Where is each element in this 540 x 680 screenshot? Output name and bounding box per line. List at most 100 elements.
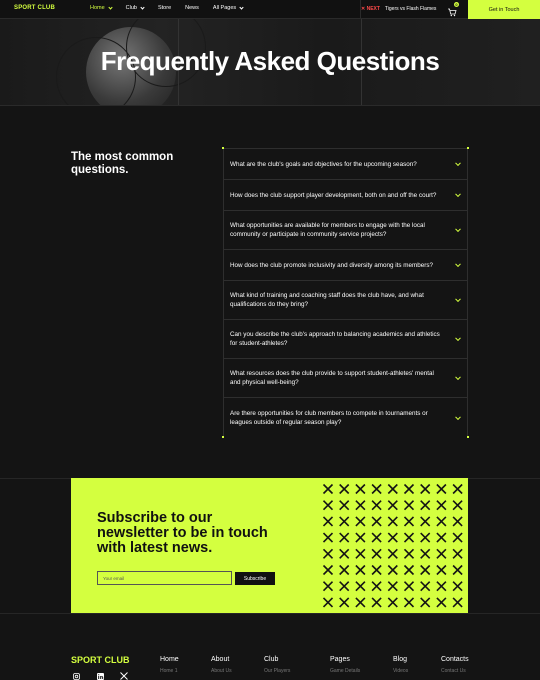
footer-heading: Home — [160, 656, 179, 663]
faq-item[interactable]: How does the club promote inclusivity an… — [223, 249, 468, 280]
instagram-icon[interactable] — [72, 672, 80, 680]
brand-logo[interactable]: SPORT CLUB — [14, 5, 55, 11]
corner-marker — [467, 436, 469, 438]
next-match-ticker[interactable]: ✕ NEXT Tigers vs Flash Flames — [361, 6, 436, 12]
x-mark — [371, 581, 382, 592]
nav-item-store[interactable]: Store — [158, 5, 171, 11]
faq-question: How does the club promote inclusivity an… — [230, 261, 433, 269]
nav-item-news[interactable]: News — [185, 5, 199, 11]
x-mark — [339, 581, 350, 592]
faq-item[interactable]: What resources does the club provide to … — [223, 358, 468, 397]
newsletter-section: Subscribe to our newsletter to be in tou… — [71, 478, 468, 613]
faq-item[interactable]: Are there opportunities for club members… — [223, 397, 468, 437]
x-mark — [387, 500, 398, 511]
x-mark — [387, 548, 398, 559]
x-mark — [322, 500, 334, 511]
chevron-down-icon — [239, 4, 244, 10]
cart-icon — [448, 8, 457, 17]
x-mark — [339, 548, 350, 559]
faq-item[interactable]: Can you describe the club's approach to … — [223, 319, 468, 358]
x-mark — [387, 483, 398, 495]
x-mark — [436, 516, 447, 527]
chevron-down-icon — [140, 4, 145, 10]
footer-link[interactable]: About Us — [211, 668, 232, 674]
x-icon[interactable] — [120, 672, 128, 680]
x-mark — [403, 564, 415, 576]
x-mark — [452, 597, 463, 608]
chevron-down-icon — [108, 4, 113, 10]
x-mark — [355, 500, 366, 511]
x-mark — [403, 532, 415, 543]
x-mark — [436, 597, 447, 608]
chevron-down-icon — [455, 335, 461, 342]
footer-link[interactable]: Videos — [393, 668, 408, 674]
x-mark — [355, 548, 366, 559]
next-label: ✕ NEXT — [361, 6, 380, 12]
nav-item-all-pages[interactable]: All Pages — [213, 4, 244, 11]
x-mark — [452, 564, 463, 576]
x-mark — [420, 532, 431, 543]
footer-link[interactable]: Game Details — [330, 668, 360, 674]
faq-question: What opportunities are available for mem… — [230, 222, 425, 238]
faq-question: How does the club support player develop… — [230, 191, 437, 199]
chevron-down-icon — [455, 191, 461, 198]
footer-col-blog: Blog Videos — [393, 656, 408, 674]
nav-label: Store — [157, 5, 172, 11]
faq-item[interactable]: How does the club support player develop… — [223, 179, 468, 210]
chevron-down-icon — [455, 261, 461, 268]
x-mark — [403, 516, 415, 527]
x-mark — [420, 548, 431, 559]
x-mark — [420, 516, 431, 527]
x-mark — [387, 597, 398, 608]
x-mark — [339, 532, 350, 543]
nav-label: News — [185, 5, 199, 11]
x-mark — [387, 581, 398, 592]
subscribe-button[interactable]: Subscribe — [235, 572, 275, 585]
next-match-title: Tigers vs Flash Flames — [384, 6, 437, 12]
footer-col-contacts: Contacts Contact Us — [441, 656, 469, 674]
footer-col-club: Club Our Players — [264, 656, 290, 674]
x-mark — [452, 500, 463, 511]
x-mark — [322, 548, 334, 559]
x-mark — [371, 548, 382, 559]
nav-label: Club — [125, 5, 137, 11]
faq-question: Can you describe the club's approach to … — [230, 331, 440, 347]
x-mark — [355, 564, 366, 576]
x-mark — [322, 597, 334, 608]
get-in-touch-button[interactable]: Get in Touch — [468, 0, 540, 19]
chevron-down-icon — [455, 296, 461, 303]
main-menu: Home Club Store News All Pages — [90, 4, 257, 11]
nav-item-club[interactable]: Club — [125, 4, 145, 11]
footer-link[interactable]: Contact Us — [441, 668, 469, 674]
x-mark — [403, 581, 415, 592]
x-mark — [420, 500, 431, 511]
faq-item[interactable]: What opportunities are available for mem… — [223, 210, 468, 249]
x-mark — [322, 581, 334, 592]
x-mark — [420, 581, 431, 592]
x-mark — [420, 597, 431, 608]
corner-marker — [222, 147, 224, 149]
x-mark — [322, 483, 334, 495]
footer-link[interactable]: Home 1 — [160, 668, 179, 674]
footer-col-about: About About Us — [211, 656, 232, 674]
faq-question: What kind of training and coaching staff… — [230, 292, 424, 308]
cart-button[interactable]: 0 — [447, 2, 459, 17]
faq-question: What are the club's goals and objectives… — [230, 160, 417, 168]
footer-brand[interactable]: SPORT CLUB — [71, 655, 130, 665]
footer-link[interactable]: Our Players — [264, 668, 290, 674]
faq-item[interactable]: What are the club's goals and objectives… — [223, 148, 468, 179]
email-input[interactable]: Your email — [97, 571, 232, 585]
faq-item[interactable]: What kind of training and coaching staff… — [223, 280, 468, 319]
linkedin-icon[interactable] — [96, 672, 104, 680]
nav-item-home[interactable]: Home — [90, 4, 113, 11]
x-mark — [339, 500, 350, 511]
footer-heading: Pages — [330, 656, 350, 663]
x-mark — [452, 516, 463, 527]
x-mark — [420, 564, 431, 576]
x-mark — [436, 500, 447, 511]
footer-heading: About — [211, 656, 230, 663]
x-mark — [387, 564, 398, 576]
corner-marker — [222, 436, 224, 438]
x-pattern-decoration — [322, 483, 463, 608]
x-mark — [371, 597, 382, 608]
